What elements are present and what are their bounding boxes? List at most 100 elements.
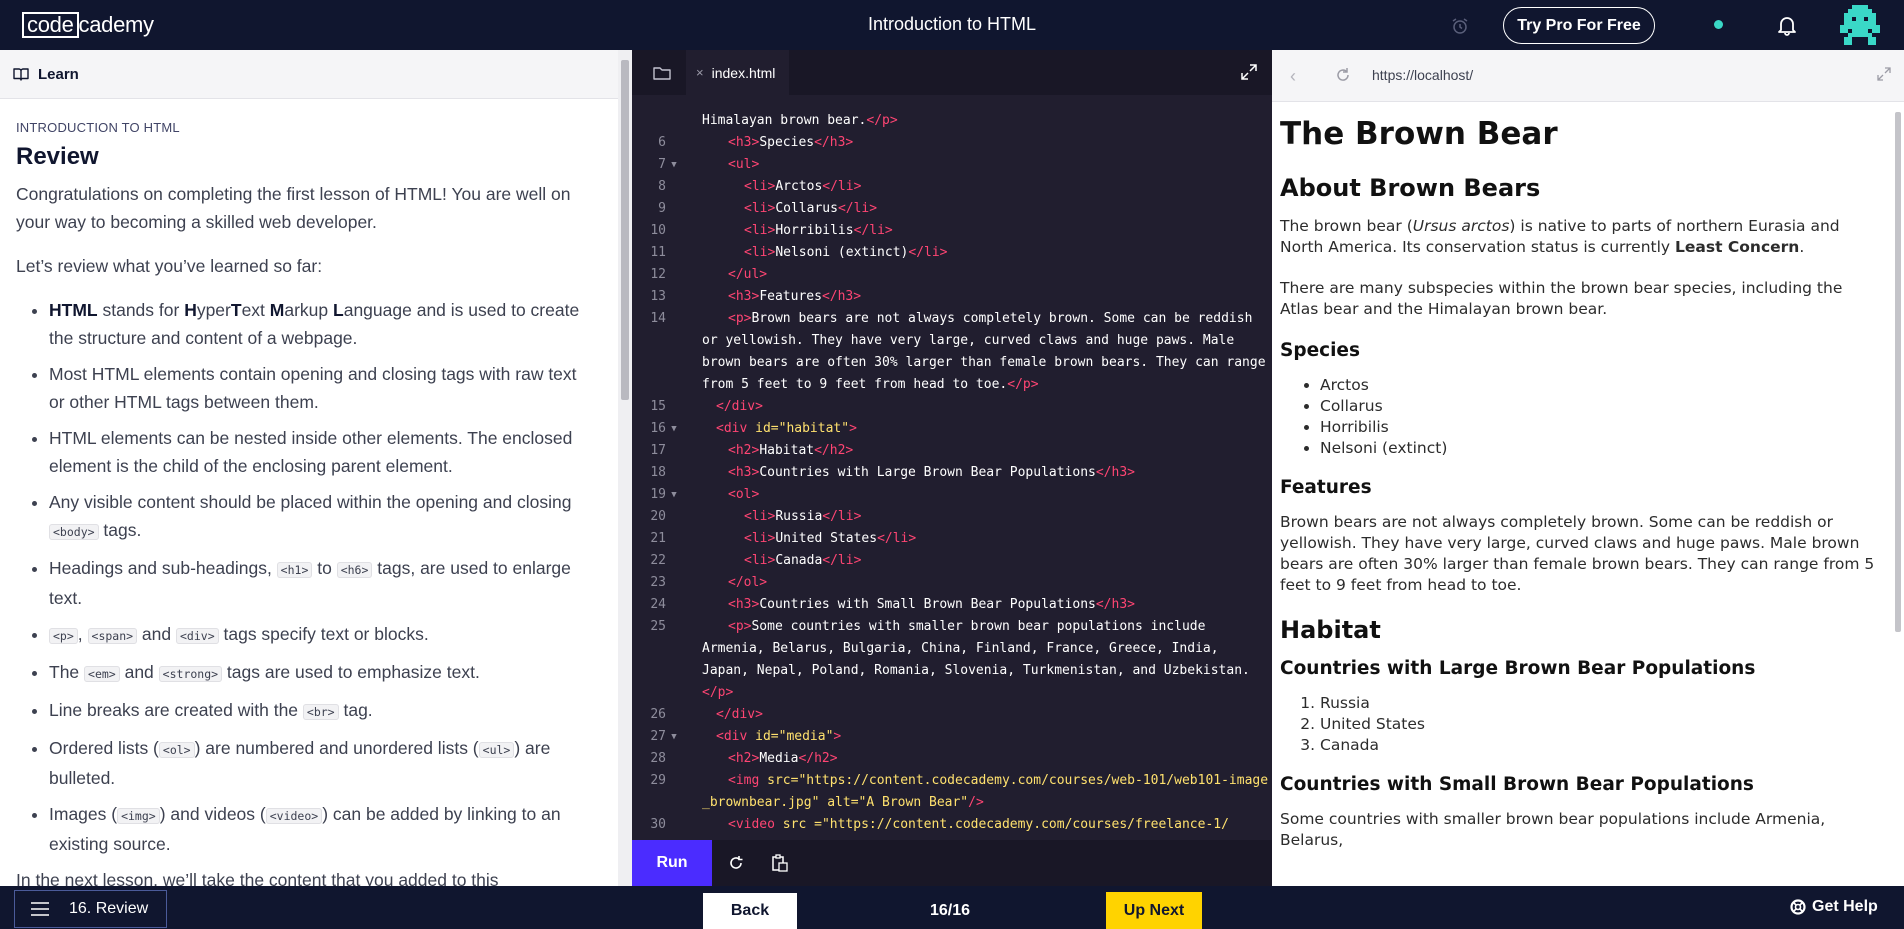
rendered-page: The Brown Bear About Brown Bears The bro… bbox=[1280, 112, 1880, 871]
code-line: 30 <video src ="https://content.codecadem… bbox=[632, 814, 1272, 836]
line-number: 26 bbox=[650, 707, 666, 722]
line-number: 14 bbox=[650, 311, 666, 326]
line-number: 22 bbox=[650, 553, 666, 568]
reload-icon[interactable] bbox=[1334, 66, 1352, 84]
line-number: 13 bbox=[650, 289, 666, 304]
reset-icon[interactable] bbox=[726, 853, 746, 873]
section-heading: About Brown Bears bbox=[1280, 174, 1541, 202]
copy-to-clipboard-icon[interactable] bbox=[770, 853, 790, 873]
line-number: 8 bbox=[658, 179, 666, 194]
lesson-menu-button[interactable]: 16. Review bbox=[14, 890, 167, 928]
lesson-heading: Review bbox=[16, 143, 99, 170]
code-line: 16 ▼ <div id="habitat"> bbox=[632, 418, 1272, 440]
intro-paragraph: Congratulations on completing the first … bbox=[16, 184, 571, 232]
learn-header: Learn bbox=[0, 50, 620, 99]
code-line: 17 <h2>Habitat</h2> bbox=[632, 440, 1272, 462]
code-line: 29 <img src="https://content.codecademy.c… bbox=[632, 770, 1272, 814]
paragraph: Some countries with smaller brown bear p… bbox=[1280, 810, 1826, 849]
line-number: 25 bbox=[650, 619, 666, 634]
run-button[interactable]: Run bbox=[632, 840, 712, 886]
scrollbar-thumb[interactable] bbox=[1895, 112, 1901, 632]
fold-arrow-icon[interactable]: ▼ bbox=[666, 484, 682, 506]
list-item: Nelsoni (extinct) bbox=[1320, 438, 1880, 459]
browser-preview: ‹ The Brown Bear About Brown Bears The b… bbox=[1272, 50, 1904, 886]
code-line: 14 <p>Brown bears are not always complete… bbox=[632, 308, 1272, 396]
code-line: 27 ▼ <div id="media"> bbox=[632, 726, 1272, 748]
editor-tab-bar: × index.html bbox=[632, 50, 1272, 95]
list-item: Ordered lists (<ol>) are numbered and un… bbox=[49, 734, 591, 792]
species-list: Arctos Collarus Horribilis Nelsoni (exti… bbox=[1320, 375, 1880, 459]
code-line: 10 <li>Horribilis</li> bbox=[632, 220, 1272, 242]
learn-tab-label[interactable]: Learn bbox=[38, 66, 79, 83]
page-title: The Brown Bear bbox=[1280, 116, 1558, 152]
code-line: 26 </div> bbox=[632, 704, 1272, 726]
line-number: 28 bbox=[650, 751, 666, 766]
up-next-button[interactable]: Up Next bbox=[1106, 892, 1202, 929]
url-input[interactable] bbox=[1372, 67, 1772, 83]
alarm-clock-icon[interactable] bbox=[1450, 16, 1470, 36]
line-number: 30 bbox=[650, 817, 666, 832]
list-item: Arctos bbox=[1320, 375, 1880, 396]
avatar[interactable] bbox=[1840, 5, 1880, 45]
review-list: HTML stands for HyperText Markup Languag… bbox=[49, 296, 591, 858]
line-number: 17 bbox=[650, 443, 666, 458]
fold-arrow-icon[interactable]: ▼ bbox=[666, 154, 682, 176]
codecademy-logo[interactable]: code cademy bbox=[22, 12, 154, 38]
code-line: 8 <li>Arctos</li> bbox=[632, 176, 1272, 198]
line-number: 18 bbox=[650, 465, 666, 480]
scrollbar-thumb[interactable] bbox=[621, 60, 629, 400]
fold-arrow-icon[interactable]: ▼ bbox=[666, 418, 682, 440]
bell-icon[interactable] bbox=[1776, 14, 1798, 36]
code-line: 22 <li>Canada</li> bbox=[632, 550, 1272, 572]
book-icon bbox=[13, 68, 29, 81]
line-number: 19 bbox=[650, 487, 666, 502]
tab-label: index.html bbox=[711, 64, 776, 81]
fold-arrow-icon[interactable]: ▼ bbox=[666, 726, 682, 748]
list-item: United States bbox=[1320, 714, 1880, 735]
top-nav: code cademy Introduction to HTML Try Pro … bbox=[0, 0, 1904, 50]
paragraph: Brown bears are not always completely br… bbox=[1280, 513, 1875, 594]
expand-icon[interactable] bbox=[1876, 66, 1892, 82]
list-item: Images (<img>) and videos (<video>) can … bbox=[49, 800, 591, 858]
try-pro-button[interactable]: Try Pro For Free bbox=[1503, 7, 1655, 44]
sub-heading: Countries with Small Brown Bear Populati… bbox=[1280, 774, 1754, 795]
line-number: 10 bbox=[650, 223, 666, 238]
lesson-label: 16. Review bbox=[69, 900, 149, 917]
list-item: Collarus bbox=[1320, 396, 1880, 417]
sub-heading: Species bbox=[1280, 340, 1360, 361]
back-arrow-icon[interactable]: ‹ bbox=[1290, 66, 1296, 87]
get-help-button[interactable]: Get Help bbox=[1790, 898, 1878, 916]
line-number: 15 bbox=[650, 399, 666, 414]
line-number: 12 bbox=[650, 267, 666, 282]
line-number: 11 bbox=[650, 245, 666, 260]
line-number: 23 bbox=[650, 575, 666, 590]
line-number: 21 bbox=[650, 531, 666, 546]
code-area[interactable]: Himalayan brown bear.</p> 6 <h3>Species</… bbox=[632, 110, 1272, 836]
line-number: 16 bbox=[650, 421, 666, 436]
learn-scrollbar[interactable] bbox=[618, 50, 632, 886]
list-item: Canada bbox=[1320, 735, 1880, 756]
sub-heading: Features bbox=[1280, 477, 1372, 498]
folder-icon[interactable] bbox=[652, 63, 672, 83]
line-number: 24 bbox=[650, 597, 666, 612]
help-icon bbox=[1790, 899, 1806, 915]
logo-code: code bbox=[22, 12, 79, 38]
code-line: 24 <h3>Countries with Small Brown Bear Po… bbox=[632, 594, 1272, 616]
learn-content: INTRODUCTION TO HTML Review Congratulati… bbox=[16, 120, 591, 886]
close-tab-icon[interactable]: × bbox=[696, 65, 704, 80]
course-label: INTRODUCTION TO HTML bbox=[16, 120, 180, 135]
code-line: 21 <li>United States</li> bbox=[632, 528, 1272, 550]
sub-heading: Countries with Large Brown Bear Populati… bbox=[1280, 658, 1756, 679]
list-item: Russia bbox=[1320, 693, 1880, 714]
list-item: Headings and sub-headings, <h1> to <h6> … bbox=[49, 554, 591, 612]
line-number: 27 bbox=[650, 729, 666, 744]
back-button[interactable]: Back bbox=[702, 892, 798, 929]
expand-icon[interactable] bbox=[1240, 63, 1258, 81]
review-intro: Let’s review what you’ve learned so far: bbox=[16, 256, 323, 276]
editor-toolbar: Run bbox=[632, 840, 1272, 886]
help-label: Get Help bbox=[1812, 898, 1878, 915]
tab-index-html[interactable]: × index.html bbox=[686, 50, 790, 95]
preview-scrollbar[interactable] bbox=[1892, 102, 1904, 886]
course-title: Introduction to HTML bbox=[867, 14, 1037, 34]
next-lesson-text: In the next lesson, we’ll take the conte… bbox=[16, 870, 499, 886]
